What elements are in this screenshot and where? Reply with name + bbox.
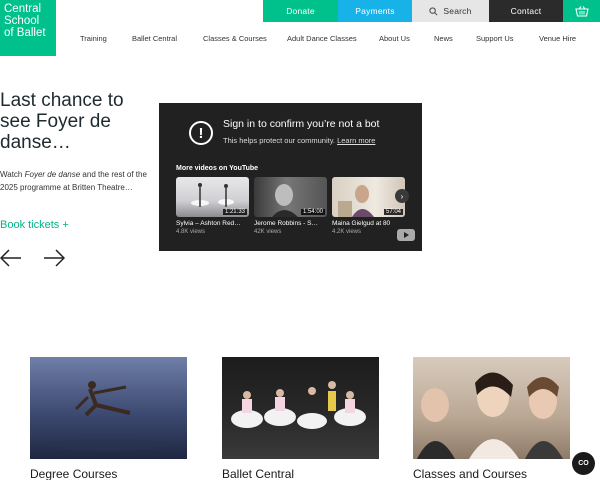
chat-button[interactable]: CO — [572, 452, 595, 475]
basket-button[interactable] — [563, 0, 600, 22]
arrow-left-icon[interactable] — [0, 249, 22, 267]
contact-label: Contact — [510, 6, 542, 16]
card-ballet-central[interactable]: Ballet Central — [222, 357, 379, 480]
card-image — [413, 357, 570, 459]
video-views: 4.2K views — [332, 229, 362, 235]
video-views: 42K views — [254, 229, 282, 235]
yt-video-card[interactable]: 1:21:33 Sylvia – Ashton Red… 4.8K views — [176, 177, 249, 235]
nav-item-classes-courses[interactable]: Classes & Courses — [203, 34, 267, 43]
card-title: Classes and Courses — [413, 467, 528, 480]
search-icon — [429, 6, 438, 15]
video-title: Jerome Robbins - S… — [254, 220, 318, 227]
chevron-right-icon[interactable]: › — [395, 189, 409, 203]
youtube-embed[interactable]: ! Sign in to confirm you’re not a bot Th… — [159, 103, 422, 251]
site-logo[interactable]: Central School of Ballet — [0, 0, 56, 56]
yt-subtitle-text: This helps protect our community. — [223, 136, 335, 145]
nav-item-about-us[interactable]: About Us — [379, 34, 410, 43]
card-classes-courses[interactable]: Classes and Courses — [413, 357, 570, 480]
basket-icon — [574, 5, 589, 17]
book-tickets-link[interactable]: Book tickets + — [0, 219, 69, 231]
students-smiling-image — [417, 372, 563, 459]
hero-desc-pre: Watch — [0, 170, 25, 179]
nav-item-news[interactable]: News — [434, 34, 453, 43]
arrow-right-icon[interactable] — [43, 249, 65, 267]
search-label: Search — [443, 6, 472, 16]
more-videos-heading: More videos on YouTube — [176, 165, 259, 172]
yt-video-list: 1:21:33 Sylvia – Ashton Red… 4.8K views … — [176, 177, 416, 243]
chat-label: CO — [578, 460, 589, 467]
card-title: Ballet Central — [222, 467, 295, 480]
payments-button[interactable]: Payments — [338, 0, 412, 22]
logo-line-2: School — [4, 15, 40, 27]
yt-video-card[interactable]: 1:54:00 Jerome Robbins - S… 42K views — [254, 177, 327, 235]
search-button[interactable]: Search — [412, 0, 489, 22]
nav-item-training[interactable]: Training — [80, 34, 107, 43]
yt-video-card[interactable]: 57:04 Maina Gielgud at 80 4.2K views — [332, 177, 405, 235]
hero-title: Last chance to see Foyer de danse… — [0, 90, 124, 153]
dancers-stage-image — [231, 381, 366, 429]
video-duration: 1:21:33 — [222, 209, 247, 215]
dancer-leap-image — [48, 381, 168, 451]
card-image — [30, 357, 187, 459]
video-duration: 57:04 — [383, 209, 403, 215]
hero-desc-emphasis: Foyer de danse — [24, 170, 81, 179]
video-title: Sylvia – Ashton Red… — [176, 220, 241, 227]
youtube-logo-icon[interactable] — [397, 229, 415, 241]
yt-signin-title: Sign in to confirm you’re not a bot — [223, 118, 380, 130]
logo-line-1: Central — [4, 3, 42, 15]
utility-bar: Donate Payments Search Contact — [263, 0, 600, 22]
card-title: Degree Courses — [30, 467, 118, 480]
main-nav: Training Ballet Central Classes & Course… — [0, 34, 600, 46]
nav-item-ballet-central[interactable]: Ballet Central — [132, 34, 177, 43]
learn-more-link[interactable]: Learn more — [337, 136, 375, 145]
card-degree-courses[interactable]: Degree Courses — [30, 357, 187, 480]
video-views: 4.8K views — [176, 229, 206, 235]
video-thumbnail: 1:54:00 — [254, 177, 327, 217]
video-duration: 1:54:00 — [300, 209, 325, 215]
donate-button[interactable]: Donate — [263, 0, 338, 22]
video-thumbnail: 1:21:33 — [176, 177, 249, 217]
video-thumbnail: 57:04 — [332, 177, 405, 217]
contact-button[interactable]: Contact — [489, 0, 563, 22]
nav-item-venue-hire[interactable]: Venue Hire — [539, 34, 576, 43]
nav-item-adult-dance-classes[interactable]: Adult Dance Classes — [287, 34, 357, 43]
payments-label: Payments — [355, 6, 395, 16]
yt-signin-subtitle: This helps protect our community. Learn … — [223, 136, 375, 145]
video-title: Maina Gielgud at 80 — [332, 220, 391, 227]
hero-description: Watch Foyer de danse and the rest of the… — [0, 168, 148, 194]
card-image — [222, 357, 379, 459]
alert-icon: ! — [189, 121, 213, 145]
nav-item-support-us[interactable]: Support Us — [476, 34, 514, 43]
page: Central School of Ballet Donate Payments… — [0, 0, 600, 480]
donate-label: Donate — [286, 6, 315, 16]
